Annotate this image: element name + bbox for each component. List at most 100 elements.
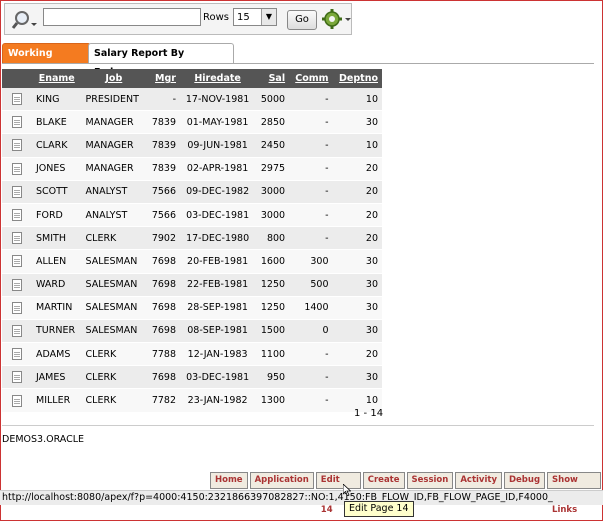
column-header-job[interactable]: Job [81,69,147,88]
document-icon[interactable] [12,394,22,407]
dev-link-session[interactable]: Session [406,472,454,489]
dev-link-create[interactable]: Create [362,472,405,489]
dev-link-application[interactable]: Application 108 [249,472,314,500]
edit-row-cell [2,365,32,390]
edit-column-header [2,69,32,88]
document-icon[interactable] [12,301,22,314]
cell-deptno: 20 [332,157,382,181]
cell-hiredate: 28-SEP-1981 [180,296,256,320]
cell-comm: - [289,157,333,181]
document-icon[interactable] [12,371,22,384]
rows-label: Rows [203,12,230,23]
cell-deptno: 20 [332,342,382,367]
document-icon[interactable] [12,209,22,222]
cell-job: SALESMAN [81,273,147,297]
column-header-comm[interactable]: Comm [289,69,333,88]
cell-deptno: 20 [332,226,382,251]
cell-deptno: 30 [332,319,382,344]
dev-link-activity[interactable]: Activity [455,472,502,489]
pagination-range: 1 - 14 [354,408,384,419]
table-row: SMITH CLERK 7902 17-DEC-1980 800-20 [2,226,382,251]
cell-deptno: 30 [332,273,382,297]
tab-salary-report[interactable]: Salary Report By Federman [88,43,234,78]
cell-sal: 950 [255,365,290,390]
dev-link-show-edit-links[interactable]: Show Edit Links [547,472,601,515]
search-icon[interactable] [11,8,39,32]
column-header-deptno[interactable]: Deptno [332,69,382,88]
edit-row-cell [2,273,32,297]
document-icon[interactable] [12,116,22,129]
edit-row-cell [2,296,32,320]
column-header-sal[interactable]: Sal [255,69,290,88]
cell-hiredate: 17-NOV-1981 [180,88,256,112]
dev-link-debug[interactable]: Debug [503,472,546,489]
cell-mgr: 7566 [146,180,180,204]
document-icon[interactable] [12,93,22,106]
edit-row-cell [2,319,32,344]
cell-job: CLERK [81,388,147,413]
cell-mgr: 7782 [146,388,180,413]
cell-mgr: - [146,88,180,112]
document-icon[interactable] [12,255,22,268]
cell-ename: BLAKE [32,110,82,135]
document-icon[interactable] [12,162,22,175]
cell-sal: 1300 [255,388,290,413]
column-header-ename[interactable]: Ename [32,69,82,88]
gear-icon[interactable] [321,8,353,30]
cell-ename: FORD [32,203,82,228]
cell-sal: 3000 [255,203,290,228]
table-row: WARD SALESMAN 7698 22-FEB-1981 1250 500 30 [2,273,382,297]
search-bar: Rows 15 ▼ Go [4,3,352,35]
cell-mgr: 7902 [146,226,180,251]
cell-hiredate: 03-DEC-1981 [180,365,256,390]
cell-job: ANALYST [81,203,147,228]
column-header-mgr[interactable]: Mgr [146,69,180,88]
dev-link-edit-page[interactable]: Edit Page 14 [315,472,361,515]
tab-working-report[interactable]: Working Report [2,43,91,78]
cell-hiredate: 08-SEP-1981 [180,319,256,344]
column-header-hiredate[interactable]: Hiredate [180,69,256,88]
cell-deptno: 30 [332,365,382,390]
cell-sal: 2450 [255,133,290,158]
edit-row-cell [2,203,32,228]
cell-comm: - [289,365,333,390]
cell-sal: 1250 [255,296,290,320]
cell-job: MANAGER [81,133,147,158]
rows-select[interactable]: 15 ▼ [233,8,277,26]
table-row: BLAKE MANAGER 7839 01-MAY-1981 2850-30 [2,110,382,135]
table-row: TURNER SALESMAN 7698 08-SEP-1981 1500 0 30 [2,319,382,344]
document-icon[interactable] [12,232,22,245]
document-icon[interactable] [12,185,22,198]
cell-deptno: 30 [332,249,382,274]
dev-link-home[interactable]: Home [210,472,248,489]
cell-deptno: 20 [332,180,382,204]
cell-comm: - [289,110,333,135]
document-icon[interactable] [12,278,22,291]
document-icon[interactable] [12,348,22,361]
document-icon[interactable] [12,139,22,152]
cell-mgr: 7698 [146,249,180,274]
cell-hiredate: 12-JAN-1983 [180,342,256,367]
cell-comm: 0 [289,319,333,344]
cell-mgr: 7698 [146,273,180,297]
cell-job: CLERK [81,226,147,251]
cell-mgr: 7698 [146,365,180,390]
cell-deptno: 30 [332,296,382,320]
cell-mgr: 7566 [146,203,180,228]
cell-mgr: 7839 [146,133,180,158]
cell-comm: 1400 [289,296,333,320]
search-input[interactable] [43,8,201,26]
document-icon[interactable] [12,324,22,337]
cell-mgr: 7839 [146,110,180,135]
report-table: Ename Job Mgr Hiredate Sal Comm Deptno K… [2,69,382,413]
cell-comm: - [289,180,333,204]
cell-job: CLERK [81,365,147,390]
edit-row-cell [2,110,32,135]
cell-sal: 5000 [255,88,290,112]
go-button[interactable]: Go [287,10,317,30]
cell-ename: ADAMS [32,342,82,367]
edit-row-cell [2,133,32,158]
edit-row-cell [2,342,32,367]
cell-hiredate: 17-DEC-1980 [180,226,256,251]
cell-ename: CLARK [32,133,82,158]
